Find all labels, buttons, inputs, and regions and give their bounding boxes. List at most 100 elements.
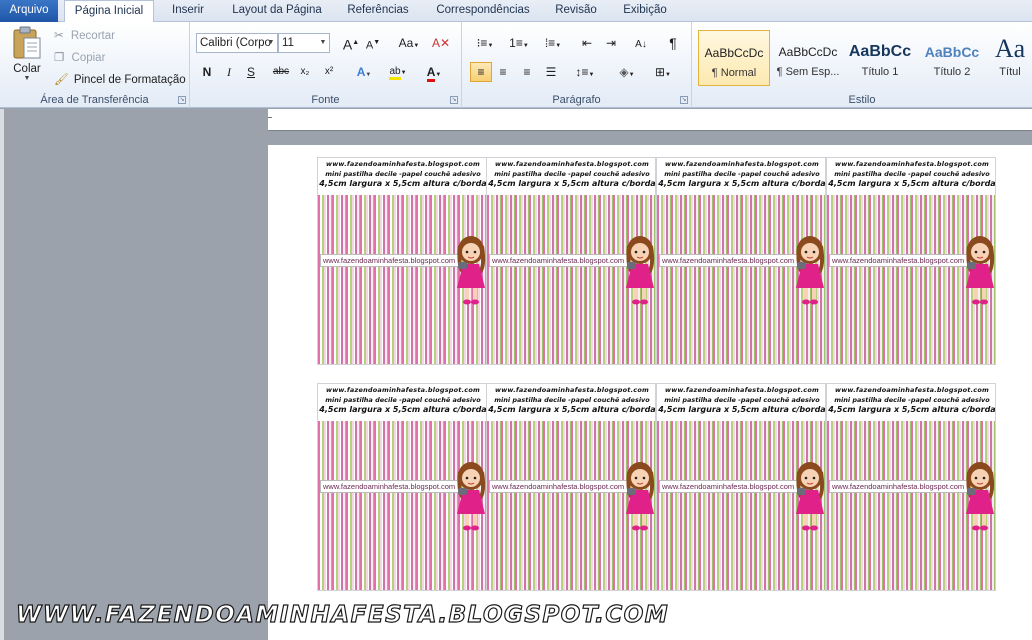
style-sample: Aa — [994, 34, 1026, 63]
align-right-button[interactable]: ≡ — [516, 62, 538, 82]
style-name: ¶ Normal — [711, 67, 757, 79]
justify-button[interactable]: ☰ — [540, 62, 562, 82]
label-dimensions: 4,5cm largura x 5,5cm altura c/borda — [658, 405, 826, 414]
sort-icon: A↓ — [635, 39, 647, 50]
tab-mailings[interactable]: Correspondências — [428, 0, 538, 22]
style-name: Títul — [999, 66, 1021, 78]
grow-font-button[interactable]: A▲ — [340, 33, 362, 53]
align-left-button[interactable]: ≡ — [470, 62, 492, 82]
font-size-select[interactable]: 11 ▼ — [278, 33, 330, 53]
label-dimensions: 4,5cm largura x 5,5cm altura c/borda — [828, 179, 996, 188]
label-description: mini pastilha decile -papel couchê adesi… — [664, 170, 820, 178]
align-right-icon: ≡ — [523, 65, 531, 79]
format-painter-button[interactable]: 🖌 Pincel de Formatação — [54, 72, 186, 86]
label-description: mini pastilha decile -papel couchê adesi… — [664, 396, 820, 404]
label-dimensions: 4,5cm largura x 5,5cm altura c/borda — [319, 179, 487, 188]
style-sample: AaBbCcDc — [778, 45, 838, 59]
left-margin-strip — [0, 109, 4, 640]
tab-view[interactable]: Exibição — [614, 0, 676, 22]
cut-label: Recortar — [70, 30, 115, 42]
tab-home[interactable]: Página Inicial — [64, 0, 154, 23]
style-name: Título 1 — [861, 66, 899, 78]
text-effects-button[interactable]: A▼ — [350, 62, 378, 82]
style-no-spacing[interactable]: AaBbCcDc ¶ Sem Esp... — [772, 30, 844, 86]
label-header: www.fazendoaminhafesta.blogspot.com mini… — [318, 158, 487, 195]
clipboard-group: Colar ▼ ✂ Recortar ❐ Copiar 🖌 Pincel de … — [0, 22, 190, 108]
document-page[interactable]: www.fazendoaminhafesta.blogspot.com mini… — [268, 145, 1032, 640]
label-card: www.fazendoaminhafesta.blogspot.com mini… — [826, 157, 996, 365]
numbered-list-icon: 1≡ — [509, 36, 523, 50]
font-size-value: 11 — [282, 37, 294, 49]
font-color-button[interactable]: A▼ — [420, 62, 448, 82]
ribbon-tab-bar: Arquivo Página Inicial Inserir Layout da… — [0, 0, 1032, 23]
girl-illustration-icon — [626, 462, 655, 531]
label-header: www.fazendoaminhafesta.blogspot.com mini… — [827, 158, 996, 195]
font-group: Calibri (Corpo ▼ 11 ▼ A▲ A▼ Aa▼ A✕ N I S… — [190, 22, 462, 108]
label-card: www.fazendoaminhafesta.blogspot.com mini… — [826, 383, 996, 591]
italic-button[interactable]: I — [218, 62, 240, 82]
label-dimensions: 4,5cm largura x 5,5cm altura c/borda — [319, 405, 487, 414]
paragraph-launcher-icon[interactable]: ↘ — [680, 96, 688, 104]
underline-button[interactable]: S — [240, 62, 262, 82]
style-normal[interactable]: AaBbCcDc ¶ Normal — [698, 30, 770, 86]
copy-label: Copiar — [71, 52, 106, 64]
document-area[interactable]: www.fazendoaminhafesta.blogspot.com mini… — [0, 109, 1032, 640]
tab-references[interactable]: Referências — [340, 0, 416, 22]
cut-button[interactable]: ✂ Recortar — [54, 28, 115, 42]
justify-icon: ☰ — [545, 65, 557, 79]
scissors-icon: ✂ — [54, 30, 64, 42]
tab-file[interactable]: Arquivo — [0, 0, 58, 22]
copy-button[interactable]: ❐ Copiar — [54, 50, 105, 64]
sort-button[interactable]: A↓ — [630, 33, 652, 53]
decrease-indent-button[interactable]: ⇤ — [576, 33, 598, 53]
eraser-icon: A✕ — [431, 36, 451, 50]
label-card: www.fazendoaminhafesta.blogspot.com mini… — [656, 383, 826, 591]
font-launcher-icon[interactable]: ↘ — [450, 96, 458, 104]
tab-page-layout[interactable]: Layout da Página — [224, 0, 330, 22]
label-url-bar: www.fazendoaminhafesta.blogspot.com — [489, 480, 629, 493]
font-family-select[interactable]: Calibri (Corpo ▼ — [196, 33, 278, 53]
tab-insert[interactable]: Inserir — [162, 0, 214, 22]
style-heading-2[interactable]: AaBbCc Título 2 — [916, 30, 988, 86]
label-site: www.fazendoaminhafesta.blogspot.com — [835, 160, 989, 168]
label-dimensions: 4,5cm largura x 5,5cm altura c/borda — [828, 405, 996, 414]
styles-group: AaBbCcDc ¶ Normal AaBbCcDc ¶ Sem Esp... … — [692, 22, 1032, 108]
increase-indent-button[interactable]: ⇥ — [600, 33, 622, 53]
label-url-bar: www.fazendoaminhafesta.blogspot.com — [320, 480, 460, 493]
strikethrough-button[interactable]: abc — [270, 62, 292, 82]
label-site: www.fazendoaminhafesta.blogspot.com — [835, 386, 989, 394]
label-card: www.fazendoaminhafesta.blogspot.com mini… — [486, 157, 656, 365]
bullet-list-icon: ⁝≡ — [476, 36, 488, 50]
clipboard-launcher-icon[interactable]: ↘ — [178, 96, 186, 104]
subscript-button[interactable]: x₂ — [294, 62, 316, 82]
chevron-down-icon: ▼ — [267, 39, 275, 46]
shading-button[interactable]: ◈▼ — [612, 62, 642, 82]
tab-review[interactable]: Revisão — [548, 0, 604, 22]
show-marks-button[interactable]: ¶ — [662, 33, 684, 53]
superscript-button[interactable]: x² — [318, 62, 340, 82]
shrink-font-button[interactable]: A▼ — [362, 33, 384, 53]
label-url-bar: www.fazendoaminhafesta.blogspot.com — [320, 254, 460, 267]
bold-button[interactable]: N — [196, 62, 218, 82]
bullets-button[interactable]: ⁝≡▼ — [470, 33, 500, 53]
numbering-button[interactable]: 1≡▼ — [504, 33, 534, 53]
highlight-button[interactable]: ab▼ — [384, 62, 412, 82]
style-name: ¶ Sem Esp... — [776, 66, 840, 78]
previous-page-bottom — [268, 109, 1032, 131]
paste-button[interactable]: Colar ▼ — [8, 26, 46, 84]
style-title[interactable]: Aa Títul — [988, 30, 1032, 86]
paintbrush-icon: 🖌 — [54, 74, 69, 86]
clear-formatting-button[interactable]: A✕ — [430, 33, 452, 53]
chevron-down-icon: ▼ — [23, 75, 31, 82]
line-spacing-icon: ↕≡ — [575, 65, 589, 79]
change-case-button[interactable]: Aa▼ — [394, 33, 424, 53]
line-spacing-button[interactable]: ↕≡▼ — [570, 62, 600, 82]
label-url-bar: www.fazendoaminhafesta.blogspot.com — [829, 254, 969, 267]
format-painter-label: Pincel de Formatação — [73, 74, 186, 86]
align-center-button[interactable]: ≡ — [492, 62, 514, 82]
girl-illustration-icon — [796, 236, 825, 305]
multilevel-list-button[interactable]: ⁞≡▼ — [538, 33, 568, 53]
style-heading-1[interactable]: AaBbCc Título 1 — [844, 30, 916, 86]
paste-label: Colar — [13, 63, 41, 75]
borders-button[interactable]: ⊞▼ — [648, 62, 678, 82]
